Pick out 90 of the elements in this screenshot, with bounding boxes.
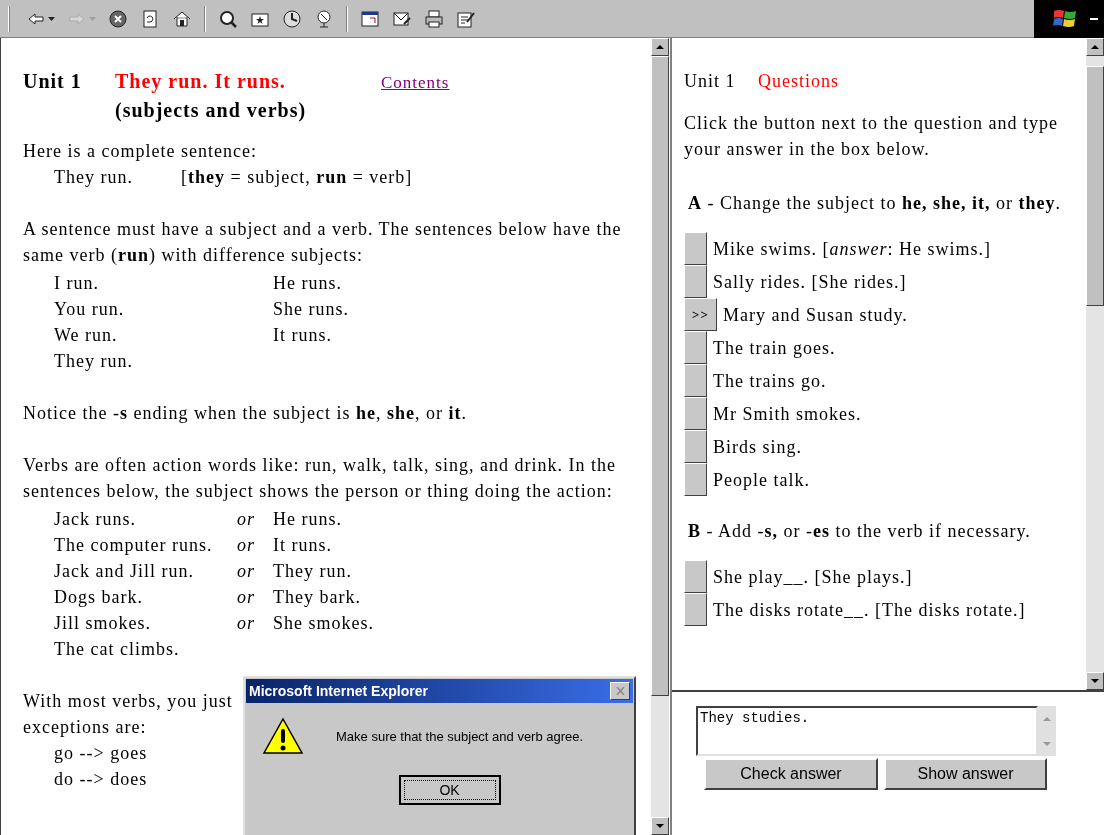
example-sentence: go --> goes <box>54 742 148 765</box>
example-sentence: They run. <box>273 560 352 583</box>
scroll-thumb[interactable] <box>1086 66 1104 306</box>
example-sentence: Jack and Jill run. <box>54 560 195 583</box>
ok-button[interactable]: OK <box>398 775 501 805</box>
question-button[interactable] <box>684 232 707 265</box>
section-heading: A - Change the subject to he, she, it, or they. <box>688 192 1061 215</box>
check-answer-button[interactable]: Check answer <box>704 758 878 790</box>
scroll-up-icon[interactable] <box>1091 45 1099 49</box>
paragraph-text: exceptions are: <box>23 716 147 739</box>
example-sentence: do --> does <box>54 768 148 791</box>
example-sentence: He runs. <box>273 508 342 531</box>
close-icon <box>615 687 625 695</box>
question-button[interactable] <box>684 560 707 593</box>
example-sentence: You run. <box>54 298 126 321</box>
unit-label: Unit 1 <box>23 69 83 94</box>
paragraph-text: Verbs are often action words like: run, walk, talk, sing, and drink. In the sentences below, the subject shows the person or thing doing the action: <box>23 454 617 503</box>
paragraph-text: With most verbs, you just <box>23 690 233 713</box>
example-sentence: It runs. <box>273 534 332 557</box>
paragraph-text: A sentence must have a subject and a verb. The sentences below have the same verb (run) with difference subjects: <box>23 218 623 267</box>
stop-icon <box>108 8 128 29</box>
lesson-subtitle: (subjects and verbs) <box>115 98 307 124</box>
question-button[interactable] <box>684 397 707 430</box>
scroll-up-icon[interactable] <box>656 45 664 49</box>
question-text: The disks rotate__. [The disks rotate.] <box>713 598 1026 622</box>
question-button[interactable] <box>684 265 707 298</box>
dialog-title: Microsoft Internet Explorer <box>249 681 429 701</box>
or-text: or <box>237 508 256 531</box>
example-sentence: I run. <box>54 272 100 295</box>
example-sentence: She smokes. <box>273 612 374 635</box>
instructions-text: Click the button next to the question and type your answer in the box below. <box>684 112 1059 161</box>
question-button[interactable] <box>684 593 707 626</box>
warning-icon <box>262 717 304 757</box>
dialog-message: Make sure that the subject and verb agree. <box>336 728 584 747</box>
search-icon <box>218 8 238 29</box>
example-sentence: It runs. <box>273 324 332 347</box>
scroll-down-icon[interactable] <box>1091 679 1099 683</box>
question-text: The trains go. <box>713 369 827 393</box>
example-sentence: She runs. <box>273 298 349 321</box>
caret-icon <box>89 16 96 21</box>
contents-link[interactable]: Contents <box>381 70 450 96</box>
printer-icon <box>424 8 444 29</box>
clock-icon <box>282 8 302 29</box>
questions-title: Questions <box>758 70 839 93</box>
question-text: Mary and Susan study. <box>723 303 908 327</box>
example-analysis: [they = subject, run = verb] <box>181 166 413 189</box>
question-button[interactable] <box>684 331 707 364</box>
question-button[interactable] <box>684 463 707 496</box>
notice-text: Notice the -s ending when the subject is he, she, or it. <box>23 402 467 425</box>
show-answer-button[interactable]: Show answer <box>884 758 1047 790</box>
satellite-dish-icon <box>314 8 334 29</box>
intro-text: Here is a complete sentence: <box>23 140 257 163</box>
question-button[interactable] <box>684 364 707 397</box>
windows-logo-icon <box>1052 7 1078 30</box>
example-sentence: Jack runs. <box>54 508 137 531</box>
or-text: or <box>237 534 256 557</box>
question-text: The train goes. <box>713 336 836 360</box>
or-text: or <box>237 560 256 583</box>
example-sentence: He runs. <box>273 272 342 295</box>
question-button[interactable] <box>684 430 707 463</box>
example-sentence: Dogs bark. <box>54 586 144 609</box>
example-sentence: The cat climbs. <box>54 638 181 661</box>
scroll-thumb[interactable] <box>651 56 669 696</box>
question-text: Birds sing. <box>713 435 802 459</box>
example-sentence: They run. <box>54 350 134 373</box>
example-sentence: They bark. <box>273 586 361 609</box>
lesson-title: They run. It runs. <box>115 69 287 94</box>
question-text: People talk. <box>713 468 810 492</box>
or-text: or <box>237 612 256 635</box>
example-sentence: We run. <box>54 324 119 347</box>
example-sentence: They run. <box>54 166 134 189</box>
scrollbar[interactable] <box>651 38 669 835</box>
example-sentence: The computer runs. <box>54 534 214 557</box>
refresh-icon <box>140 8 160 29</box>
minimize-icon[interactable] <box>1090 17 1098 20</box>
window-icon <box>360 8 380 29</box>
question-text: Mr Smith smokes. <box>713 402 862 426</box>
caret-icon <box>48 16 55 21</box>
question-text: Sally rides. [She rides.] <box>713 270 907 294</box>
answer-box[interactable]: They studies. <box>696 706 1038 756</box>
question-button[interactable]: >> <box>684 298 717 331</box>
question-text: She play__. [She plays.] <box>713 565 913 589</box>
section-heading: B - Add -s, or -es to the verb if necessary. <box>688 520 1031 543</box>
unit-label: Unit 1 <box>684 70 737 93</box>
or-text: or <box>237 586 256 609</box>
scrollbar[interactable] <box>1086 38 1104 690</box>
question-text: Mike swims. [answer: He swims.] <box>713 237 991 261</box>
scroll-down-icon[interactable] <box>656 824 664 828</box>
example-sentence: Jill smokes. <box>54 612 152 635</box>
close-button[interactable] <box>610 682 630 700</box>
